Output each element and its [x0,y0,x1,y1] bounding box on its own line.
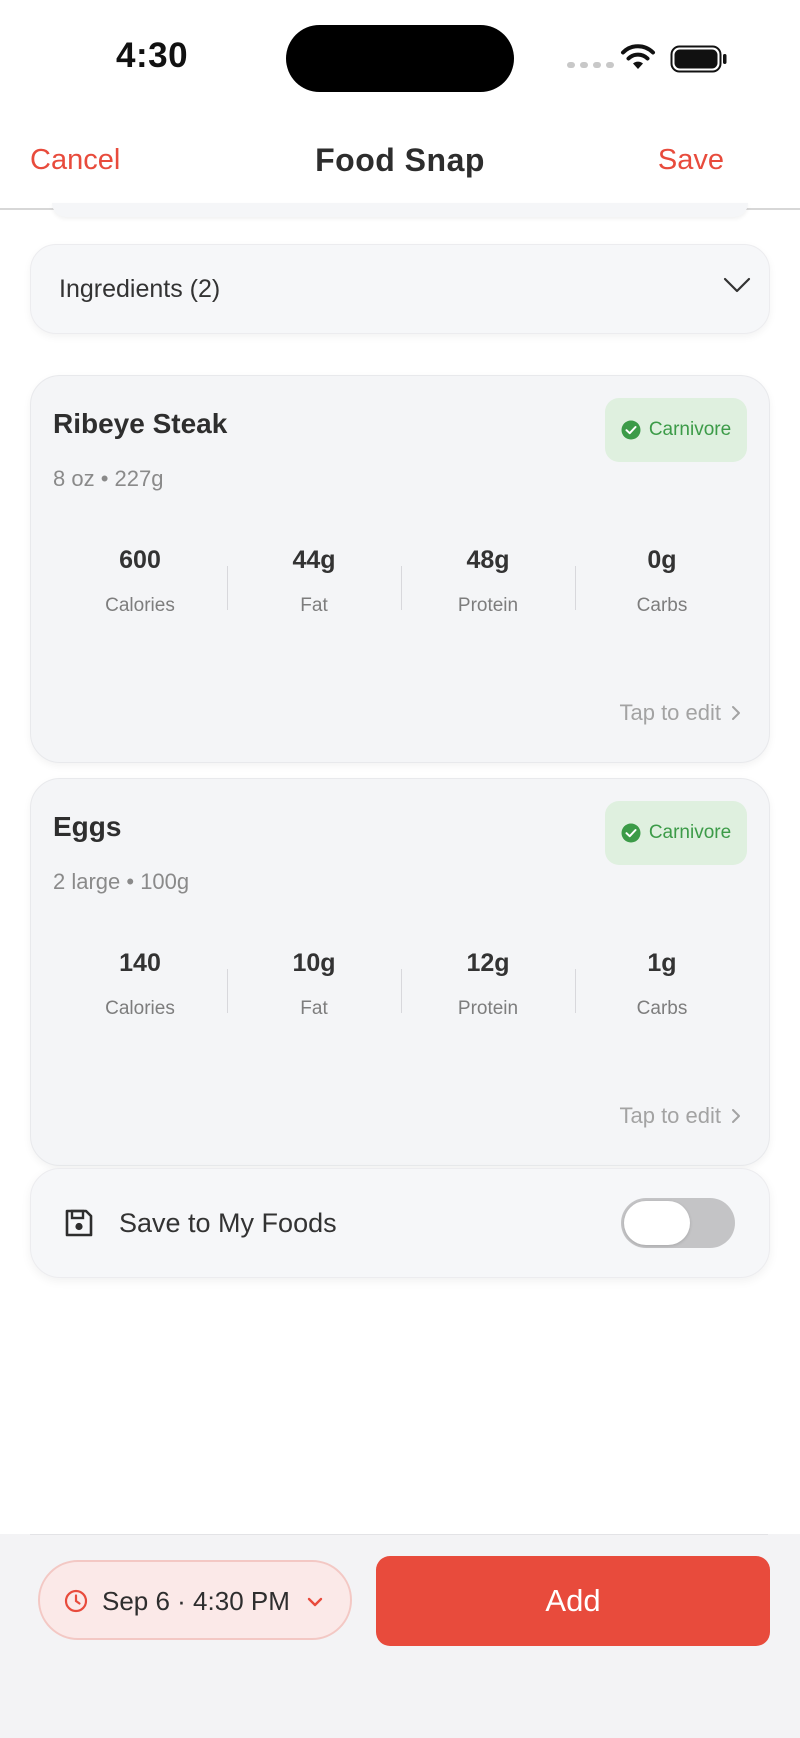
wifi-icon [621,44,655,69]
chevron-right-icon [732,706,740,720]
chevron-right-icon [732,1109,740,1123]
stat-value: 48g [466,546,510,574]
toggle-knob [624,1201,690,1245]
diet-badge: Carnivore [605,398,747,462]
stat-value: 44g [292,546,336,574]
stat-calories: 600 Calories [53,546,227,646]
datetime-label: Sep 6 · 4:30 PM [102,1586,290,1616]
stat-label: Carbs [636,595,688,616]
tap-to-edit-label: Tap to edit [619,1103,721,1128]
stat-value: 600 [119,546,161,574]
food-card-ribeye-steak[interactable]: Ribeye Steak 8 oz • 227g Carnivore 600 C… [30,375,770,763]
diet-badge-label: Carnivore [648,822,732,843]
stat-value: 12g [466,949,510,977]
food-name: Eggs [53,811,122,842]
chevron-down-icon [723,277,751,293]
stat-value: 0g [647,546,677,574]
tap-to-edit-link[interactable]: Tap to edit [619,700,741,726]
battery-icon [670,45,727,73]
check-circle-icon [621,420,641,440]
stat-label: Protein [457,595,519,616]
bottom-action-bar: Sep 6 · 4:30 PM Add [0,1534,800,1738]
cellular-signal-icon [567,62,614,68]
food-serving: 2 large • 100g [53,869,190,894]
stat-label: Calories [105,998,175,1019]
datetime-picker[interactable]: Sep 6 · 4:30 PM [38,1560,352,1640]
nutrition-stats: 140 Calories 10g Fat 12g Protein 1g Carb… [53,949,749,1049]
check-circle-icon [621,823,641,843]
navigation-bar: Cancel Food Snap Save [0,110,800,210]
nutrition-stats: 600 Calories 44g Fat 48g Protein 0g Carb… [53,546,749,646]
stat-value: 10g [292,949,336,977]
ingredients-label: Ingredients (2) [59,275,221,303]
stat-calories: 140 Calories [53,949,227,1049]
stat-value: 1g [647,949,677,977]
save-button[interactable]: Save [658,144,724,177]
stat-label: Fat [300,998,328,1019]
stat-protein: 48g Protein [401,546,575,646]
chevron-down-icon [307,1597,323,1607]
clock-icon [64,1589,88,1613]
stat-value: 140 [119,949,161,977]
tap-to-edit-link[interactable]: Tap to edit [619,1103,741,1129]
status-time: 4:30 [116,36,189,75]
stat-label: Calories [105,595,175,616]
stat-fat: 10g Fat [227,949,401,1049]
previous-card-edge [52,203,748,217]
ingredients-toggle[interactable]: Ingredients (2) [30,244,770,334]
status-bar: 4:30 [0,0,800,110]
stat-carbs: 1g Carbs [575,949,749,1049]
save-to-my-foods-toggle[interactable] [621,1198,735,1248]
stat-carbs: 0g Carbs [575,546,749,646]
stat-label: Fat [300,595,328,616]
food-name: Ribeye Steak [53,408,228,439]
dynamic-island [286,25,514,92]
stat-label: Carbs [636,998,688,1019]
stat-fat: 44g Fat [227,546,401,646]
food-serving: 8 oz • 227g [53,466,164,491]
floppy-disk-icon [65,1209,93,1237]
divider [30,1534,768,1535]
diet-badge: Carnivore [605,801,747,865]
stat-protein: 12g Protein [401,949,575,1049]
stat-label: Protein [457,998,519,1019]
diet-badge-label: Carnivore [648,419,732,440]
tap-to-edit-label: Tap to edit [619,700,721,725]
add-button[interactable]: Add [376,1556,770,1646]
save-to-my-foods-label: Save to My Foods [119,1208,337,1238]
food-card-eggs[interactable]: Eggs 2 large • 100g Carnivore 140 Calori… [30,778,770,1166]
save-to-my-foods-row: Save to My Foods [30,1168,770,1278]
